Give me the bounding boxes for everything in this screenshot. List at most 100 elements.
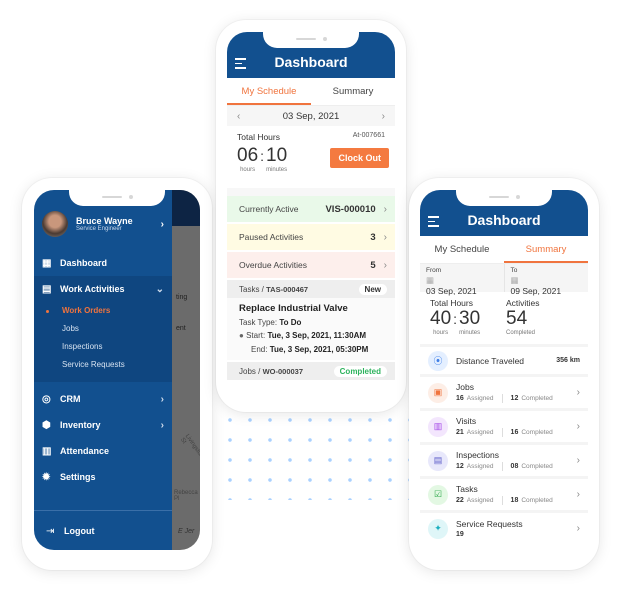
record-id: At-007661 <box>352 132 385 139</box>
page-title: Dashboard <box>274 54 348 70</box>
summary-stats: Total Hours 40 hours : 30 minutes Activiti… <box>420 292 588 344</box>
tab-summary[interactable]: Summary <box>504 236 588 263</box>
row-label: Inspections <box>456 450 499 460</box>
assigned-count: 21 <box>456 429 464 437</box>
avatar <box>42 211 68 237</box>
background-map: ting ent Livingston St Rebecca Pl E Jer <box>172 190 200 550</box>
profile-name: Bruce Wayne <box>76 216 133 226</box>
clock-out-button[interactable]: Clock Out <box>330 148 389 168</box>
sidebar-item-crm[interactable]: ◎ CRM › <box>34 386 172 412</box>
sidebar-subitem-service-requests[interactable]: Service Requests <box>34 356 172 374</box>
to-date-field[interactable]: To ▦ 09 Sep, 2021 <box>503 264 589 296</box>
right-phone: Dashboard My Schedule Summary From ▦ 03 S… <box>409 178 599 570</box>
sidebar-item-label: Inventory <box>60 420 101 430</box>
chevron-right-icon: › <box>160 393 164 405</box>
completed-count: 08 <box>510 463 519 471</box>
completed-label: Completed <box>521 463 553 471</box>
sidebar-subitem-work-orders[interactable]: Work Orders <box>34 302 172 320</box>
minutes-value: 30 <box>459 308 481 329</box>
sidebar-item-attendance[interactable]: ▥ Attendance <box>34 438 172 464</box>
sidebar-item-dashboard[interactable]: ▦ Dashboard <box>34 250 172 276</box>
logout-label: Logout <box>64 526 95 536</box>
sidebar-item-label: Dashboard <box>60 258 108 268</box>
assigned-count: 22 <box>456 497 464 505</box>
total-hours-label: Total Hours <box>430 298 473 308</box>
phone-notch <box>263 32 359 48</box>
summary-row-jobs[interactable]: ▣ Jobs 16 Assigned 12 Completed › <box>420 374 588 408</box>
logout-icon: ⇥ <box>46 525 55 537</box>
divider <box>34 510 172 511</box>
calendar-icon: ▦ <box>426 275 435 285</box>
task-start: Tue, 3 Sep, 2021, 11:30AM <box>267 331 367 340</box>
currently-active-row[interactable]: Currently Active VIS-000010 › <box>227 196 395 222</box>
target-icon: ◎ <box>42 393 51 405</box>
distance-row: ⦿ Distance Traveled 356 km <box>420 344 588 374</box>
map-label: ent <box>176 325 186 332</box>
total-hours-label: Total Hours <box>237 132 280 142</box>
task-type-label: Task Type: <box>239 317 278 327</box>
assigned-label: Assigned <box>466 395 494 403</box>
inspection-icon: ▤ <box>428 450 448 471</box>
summary-row-tasks[interactable]: ☑ Tasks 22 Assigned 18 Completed › <box>420 476 588 510</box>
summary-row-inspections[interactable]: ▤ Inspections 12 Assigned 08 Completed › <box>420 442 588 476</box>
distance-value: 356 km <box>556 357 580 364</box>
activity-label: Overdue Activities <box>239 260 308 270</box>
chevron-right-icon: › <box>576 421 580 432</box>
profile-role: Service Engineer <box>76 226 122 232</box>
completed-count: 12 <box>510 395 519 403</box>
task-title: Replace Industrial Valve <box>239 303 348 314</box>
map-label: Rebecca Pl <box>174 490 198 502</box>
sidebar-item-inventory[interactable]: ⬢ Inventory › <box>34 412 172 438</box>
summary-row-service-requests[interactable]: ✦ Service Requests 19 › <box>420 510 588 544</box>
logout-button[interactable]: ⇥ Logout <box>38 518 103 544</box>
chevron-down-icon: ⌄ <box>155 283 164 295</box>
activity-value: 5 <box>370 259 376 271</box>
sidebar-item-label: Attendance <box>60 446 110 456</box>
start-label: Start: <box>246 331 266 340</box>
hours-value: 06 <box>237 145 259 166</box>
sidebar: Bruce Wayne Service Engineer › ▦ Dashboa… <box>34 190 172 550</box>
completed-count: 18 <box>510 497 519 505</box>
chevron-right-icon: › <box>576 387 580 398</box>
from-date-field[interactable]: From ▦ 03 Sep, 2021 <box>420 264 504 296</box>
activity-label: Paused Activities <box>239 232 304 242</box>
sidebar-item-settings[interactable]: ✹ Settings <box>34 464 172 490</box>
assigned-count: 16 <box>456 395 464 403</box>
task-end: Tue, 3 Sep, 2021, 05:30PM <box>269 344 369 354</box>
chevron-right-icon: › <box>383 203 387 215</box>
to-label: To <box>510 267 518 274</box>
chevron-left-icon[interactable]: ‹ <box>237 111 240 122</box>
assigned-label: Assigned <box>466 497 494 505</box>
calendar-icon: ▥ <box>428 416 448 437</box>
paused-activities-row[interactable]: Paused Activities 3 › <box>227 224 395 250</box>
completed-label: Completed <box>521 497 553 505</box>
activities-unit: Completed <box>506 330 536 336</box>
from-date: 03 Sep, 2021 <box>426 286 477 296</box>
assigned-count: 19 <box>456 531 464 538</box>
map-label: E Jer <box>178 528 195 535</box>
gear-icon: ✹ <box>42 471 51 483</box>
attendance-icon: ▥ <box>42 445 52 457</box>
job-header[interactable]: Jobs / WO-000037 Completed <box>227 362 395 380</box>
completed-label: Completed <box>521 395 553 403</box>
briefcase-icon: ▣ <box>428 382 448 403</box>
tab-my-schedule[interactable]: My Schedule <box>420 236 504 263</box>
assigned-label: Assigned <box>466 429 494 437</box>
left-phone: ting ent Livingston St Rebecca Pl E Jer … <box>22 178 212 570</box>
map-label: ting <box>176 294 188 301</box>
tab-summary[interactable]: Summary <box>311 78 395 105</box>
task-card[interactable]: Tasks / TAS-000467 New Replace Industria… <box>227 280 395 360</box>
status-badge: New <box>358 283 387 295</box>
summary-row-visits[interactable]: ▥ Visits 21 Assigned 16 Completed › <box>420 408 588 442</box>
sidebar-item-work-activities[interactable]: ▤ Work Activities ⌄ <box>34 276 172 302</box>
minutes-value: 10 <box>266 145 288 166</box>
chevron-right-icon[interactable]: › <box>382 111 385 122</box>
activity-label: Currently Active <box>239 204 299 214</box>
overdue-activities-row[interactable]: Overdue Activities 5 › <box>227 252 395 278</box>
sidebar-subitem-jobs[interactable]: Jobs <box>34 320 172 338</box>
sidebar-subitem-inspections[interactable]: Inspections <box>34 338 172 356</box>
chevron-right-icon: › <box>576 523 580 534</box>
tab-my-schedule[interactable]: My Schedule <box>227 78 311 105</box>
chevron-right-icon: › <box>576 489 580 500</box>
decorative-dot-grid <box>220 410 410 500</box>
